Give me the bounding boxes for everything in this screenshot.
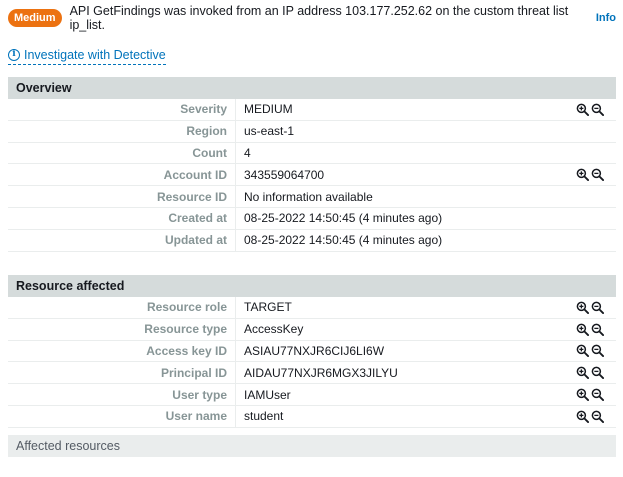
detail-value: student (244, 409, 284, 424)
investigate-label: Investigate with Detective (24, 48, 166, 62)
detail-label: Account ID (8, 164, 236, 186)
zoom-in-icon[interactable] (576, 344, 589, 358)
detail-label: Count (8, 142, 236, 164)
finding-title: API GetFindings was invoked from an IP a… (69, 4, 569, 32)
overview-section: Overview Severity MEDIUM Region us-east-1 Co… (8, 77, 616, 252)
detail-value: IAMUser (244, 387, 291, 402)
detail-value: MEDIUM (244, 102, 293, 117)
zoom-out-icon[interactable] (591, 344, 604, 358)
detail-value: 08-25-2022 14:50:45 (4 minutes ago) (244, 211, 443, 226)
overview-rows: Severity MEDIUM Region us-east-1 Count 4 Accou… (8, 99, 616, 252)
zoom-controls (576, 103, 616, 116)
detail-label: Region (8, 120, 236, 142)
resource-rows: Resource role TARGET Resource type AccessKe… (8, 297, 616, 428)
detail-value: us-east-1 (244, 124, 295, 139)
zoom-out-icon[interactable] (591, 366, 604, 380)
zoom-controls (576, 344, 616, 358)
detail-value: AccessKey (244, 322, 304, 337)
detail-label: User name (8, 405, 236, 427)
finding-header: Medium API GetFindings was invoked from … (8, 4, 616, 32)
zoom-controls (576, 366, 616, 380)
zoom-in-icon[interactable] (576, 410, 589, 423)
overview-header: Overview (8, 77, 616, 99)
zoom-in-icon[interactable] (576, 388, 589, 402)
affected-resources-panel[interactable]: Affected resources (8, 435, 616, 457)
detail-label: Access key ID (8, 340, 236, 362)
detail-row: Severity MEDIUM (8, 99, 616, 121)
detail-row: Access key ID ASIAU77NXJR6CIJ6LI6W (8, 340, 616, 363)
detail-label: Updated at (8, 229, 236, 251)
detail-label: Resource ID (8, 186, 236, 207)
zoom-in-icon[interactable] (576, 366, 589, 380)
detail-row: User type IAMUser (8, 384, 616, 406)
detail-row: Resource type AccessKey (8, 318, 616, 341)
detail-label: Principal ID (8, 362, 236, 384)
detail-value: 08-25-2022 14:50:45 (4 minutes ago) (244, 233, 443, 248)
zoom-out-icon[interactable] (591, 388, 604, 402)
detail-value: 4 (244, 145, 251, 160)
info-link[interactable]: Info (596, 12, 616, 24)
zoom-controls (576, 323, 616, 336)
zoom-out-icon[interactable] (591, 323, 604, 336)
zoom-controls (576, 388, 616, 402)
detail-label: Severity (8, 99, 236, 120)
detail-row: Resource ID No information available (8, 186, 616, 208)
severity-badge: Medium (8, 9, 62, 27)
detail-value: No information available (244, 189, 373, 204)
zoom-controls (576, 301, 616, 314)
detail-label: Created at (8, 207, 236, 229)
detail-row: Principal ID AIDAU77NXJR6MGX3JILYU (8, 362, 616, 385)
detail-value: ASIAU77NXJR6CIJ6LI6W (244, 343, 385, 358)
zoom-in-icon[interactable] (576, 323, 589, 336)
detail-row: Region us-east-1 (8, 120, 616, 143)
zoom-in-icon[interactable] (576, 168, 589, 182)
zoom-out-icon[interactable] (591, 103, 604, 116)
zoom-in-icon[interactable] (576, 103, 589, 116)
detail-label: User type (8, 384, 236, 405)
zoom-controls (576, 168, 616, 182)
detail-value: 343559064700 (244, 167, 325, 182)
info-circle-icon: i (8, 49, 20, 61)
resource-affected-header: Resource affected (8, 275, 616, 297)
detail-row: Account ID 343559064700 (8, 164, 616, 187)
detail-row: Created at 08-25-2022 14:50:45 (4 minutes… (8, 207, 616, 230)
zoom-in-icon[interactable] (576, 301, 589, 314)
detail-label: Resource type (8, 318, 236, 340)
zoom-out-icon[interactable] (591, 168, 604, 182)
detail-row: Resource role TARGET (8, 297, 616, 319)
detail-row: Count 4 (8, 142, 616, 165)
zoom-out-icon[interactable] (591, 410, 604, 423)
resource-affected-section: Resource affected Resource role TARGET Res… (8, 275, 616, 428)
investigate-with-detective-link[interactable]: i Investigate with Detective (8, 47, 166, 65)
zoom-out-icon[interactable] (591, 301, 604, 314)
detail-row: Updated at 08-25-2022 14:50:45 (4 minutes… (8, 229, 616, 252)
detail-label: Resource role (8, 297, 236, 318)
detail-value: AIDAU77NXJR6MGX3JILYU (244, 365, 398, 380)
zoom-controls (576, 410, 616, 423)
detail-value: TARGET (244, 300, 292, 315)
detail-row: User name student (8, 405, 616, 428)
